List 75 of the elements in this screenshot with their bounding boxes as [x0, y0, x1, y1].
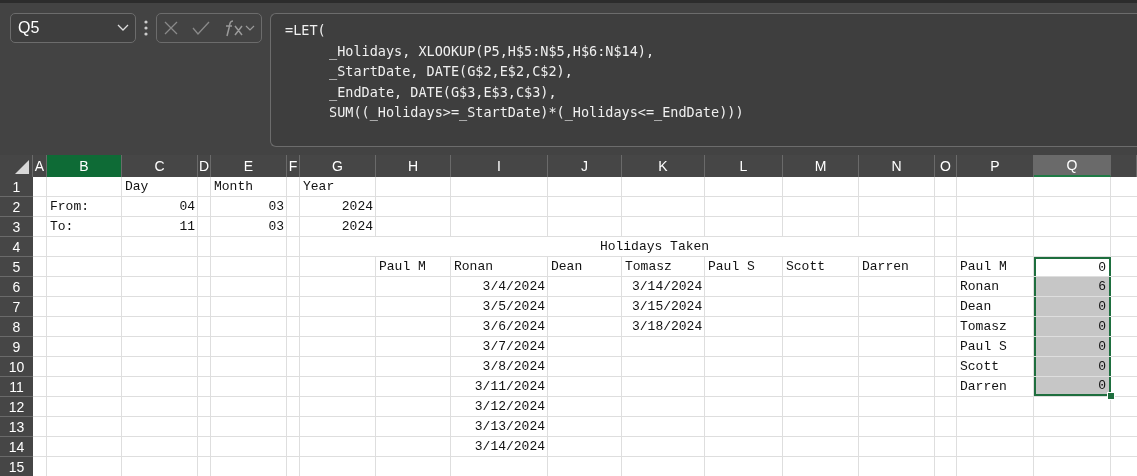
row-header[interactable]: 10: [0, 357, 33, 377]
row-header[interactable]: 5: [0, 257, 33, 277]
table-cell: 0: [1034, 317, 1111, 336]
table-cell-text: From:: [49, 198, 90, 216]
table-cell-text: 3/7/2024: [481, 338, 546, 356]
cancel-icon[interactable]: [163, 20, 180, 36]
formula-line: SUM((_Holidays>=_StartDate)*(_Holidays<=_EndDate))): [328, 103, 745, 123]
table-cell-text: Darren: [861, 258, 910, 276]
row-header[interactable]: 8: [0, 317, 33, 337]
row-header[interactable]: 2: [0, 197, 33, 217]
table-cell: 0: [1034, 377, 1111, 396]
table-cell-text: Paul M: [959, 258, 1008, 276]
table-cell-text: Scott: [785, 258, 826, 276]
row-header[interactable]: 15: [0, 457, 33, 476]
table-cell-text: 2024: [340, 198, 374, 216]
table-cell-text: Ronan: [959, 278, 1000, 296]
row-header[interactable]: 7: [0, 297, 33, 317]
row-header[interactable]: 6: [0, 277, 33, 297]
table-cell-text: To:: [49, 218, 75, 236]
table-cell-text: 3/15/2024: [631, 298, 704, 316]
table-cell-text: Paul S: [959, 338, 1008, 356]
row-header[interactable]: 13: [0, 417, 33, 437]
table-cell-text: Day: [124, 178, 150, 196]
formula-line: _StartDate, DATE(G$2,E$2,C$2),: [328, 62, 574, 82]
table-cell-text: Ronan: [453, 258, 494, 276]
table-cell-text: 3/13/2024: [473, 418, 546, 436]
table-cell-text: Scott: [959, 358, 1000, 376]
table-cell-text: 03: [267, 198, 285, 216]
table-cell: 0: [1034, 337, 1111, 356]
table-cell-text: 3/6/2024: [481, 318, 546, 336]
row-header[interactable]: 4: [0, 237, 33, 257]
table-cell-text: Dean: [959, 298, 993, 316]
column-header[interactable]: Q: [1034, 155, 1111, 177]
table-cell-text: Darren: [959, 378, 1008, 396]
table-cell-text: Tomasz: [624, 258, 673, 276]
table-cell-text: Paul M: [378, 258, 427, 276]
table-cell-text: Dean: [550, 258, 584, 276]
table-cell: 0: [1034, 297, 1111, 316]
table-cell-text: 11: [178, 218, 196, 236]
row-header[interactable]: 1: [0, 177, 33, 197]
formula-line: =LET(: [285, 21, 327, 40]
table-cell-text: 2024: [340, 218, 374, 236]
table-cell: 6: [1034, 277, 1111, 296]
table-cell-text: 3/11/2024: [473, 378, 546, 396]
table-cell-text: Tomasz: [959, 318, 1008, 336]
more-options-icon[interactable]: [144, 20, 148, 36]
table-cell-text: 3/12/2024: [473, 398, 546, 416]
table-cell-text: 3/14/2024: [631, 278, 704, 296]
column-header[interactable]: B: [47, 155, 122, 177]
name-box-value: Q5: [18, 19, 40, 37]
row-header[interactable]: 9: [0, 337, 33, 357]
table-cell-text: Paul S: [707, 258, 756, 276]
select-all-icon[interactable]: [15, 160, 29, 174]
table-cell-text: 3/14/2024: [473, 438, 546, 456]
table-cell-text: 03: [267, 218, 285, 236]
chevron-down-icon: [117, 24, 129, 32]
table-cell-text: Month: [213, 178, 254, 196]
table-cell-text: 3/18/2024: [631, 318, 704, 336]
formula-line: _EndDate, DATE(G$3,E$3,C$3),: [328, 82, 558, 102]
row-header[interactable]: 11: [0, 377, 33, 397]
check-icon[interactable]: [192, 21, 210, 35]
table-cell: 0: [1034, 257, 1111, 276]
fill-handle[interactable]: [1107, 392, 1115, 400]
row-header[interactable]: 12: [0, 397, 33, 417]
table-cell: 0: [1034, 357, 1111, 376]
name-box[interactable]: Q5: [10, 13, 136, 43]
formula-field[interactable]: =LET( _Holidays, XLOOKUP(P5,H$5:N$5,H$6:N$14), _StartDate, DATE(G$2,E$2,C$2), _EndDate, DATE(G$3,E$3,C$3), SUM((_Holidays>=_StartDate)*(_Holidays<=_EndDate))): [270, 13, 1137, 147]
table-cell-text: 3/4/2024: [481, 278, 546, 296]
table-cell-text: 3/5/2024: [481, 298, 546, 316]
table-cell-text: 3/8/2024: [481, 358, 546, 376]
formula-line: _Holidays, XLOOKUP(P5,H$5:N$5,H$6:N$14),: [328, 41, 656, 61]
row-header[interactable]: 3: [0, 217, 33, 237]
table-cell-text: Year: [302, 178, 336, 196]
row-header[interactable]: 14: [0, 437, 33, 457]
table-cell-text: 04: [178, 198, 196, 216]
